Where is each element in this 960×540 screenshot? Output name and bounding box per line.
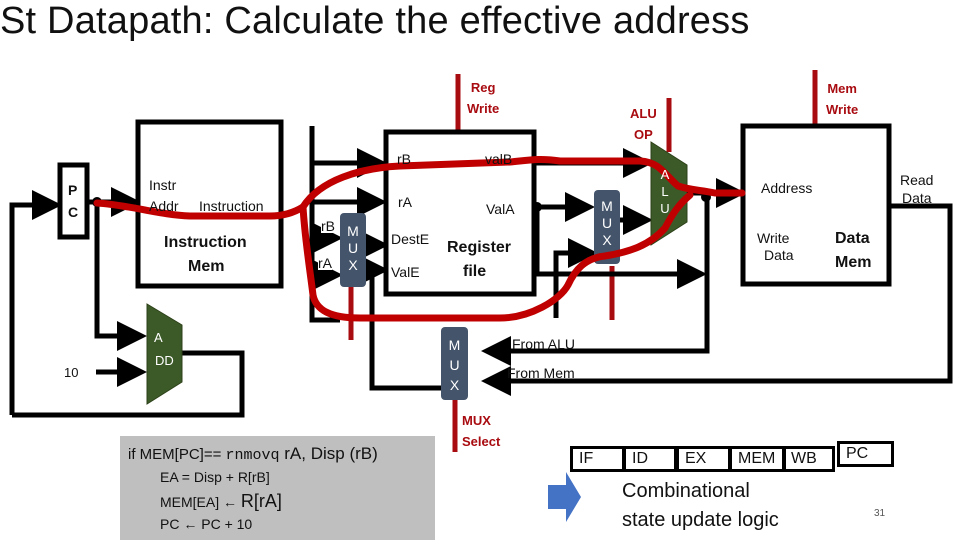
reg-mux-letter-u: U: [347, 240, 359, 256]
instr-mem-name-line2: Mem: [188, 258, 225, 275]
pc-loop-wire: [9, 190, 62, 415]
combinational-logic-caption: Combinational state update logic: [622, 477, 779, 535]
code-line-4: PC ← PC + 10: [160, 516, 253, 532]
alu-letters: A L U: [655, 166, 675, 217]
stage-if: IF: [570, 446, 625, 472]
reg-mux-letter-x: X: [348, 257, 358, 273]
wbmux-to-vale-wire: [369, 318, 441, 391]
right-arrow-icon: [548, 472, 581, 522]
alu-op-label-line1: ALU: [630, 106, 657, 121]
regfile-port-ra: rA: [398, 194, 412, 210]
stage-wb: WB: [782, 446, 835, 472]
regfile-out-valb: valB: [485, 151, 513, 167]
mux-select-label-line2: Select: [462, 434, 501, 449]
reg-mux-in-rb: rB: [321, 218, 335, 234]
stage-mem: MEM: [729, 446, 786, 472]
wb-mux-in-alu: From ALU: [512, 336, 576, 352]
instruction-out-label: Instruction: [199, 198, 264, 214]
dmem-out-read-line1: Read: [900, 172, 934, 188]
reg-mux-in-ra: rA: [318, 255, 332, 271]
mux-select-label-line1: MUX: [462, 413, 491, 428]
rtl-description-box: if MEM[PC]== rnmovq rA, Disp (rB) EA = D…: [120, 436, 435, 540]
regfile-port-vale: ValE: [391, 264, 420, 280]
alu-letter-u: U: [660, 201, 670, 216]
alu-letter-l: L: [661, 184, 669, 199]
instr-addr-label-line2: Addr: [149, 198, 179, 214]
combinational-line-2: state update logic: [622, 509, 779, 531]
regfile-port-rb: rB: [397, 151, 411, 167]
mux-select-label: MUX Select: [462, 410, 500, 452]
wb-mux-letters: M U X: [441, 335, 468, 395]
code-line-1-args: rA, Disp (rB): [279, 444, 378, 463]
reg-mux-letter-m: M: [347, 223, 359, 239]
pc-to-adder-wire: [94, 205, 147, 351]
stage-ex: EX: [676, 446, 731, 472]
dmem-port-write-line2: Data: [764, 247, 794, 263]
code-line-3-prefix: MEM[EA] ←: [160, 494, 241, 510]
pc-register: [57, 162, 90, 240]
dmem-port-address: Address: [761, 180, 813, 196]
alu-op-label-line2: OP: [633, 127, 653, 142]
pc-label-c: C: [68, 204, 79, 220]
page-number: 31: [874, 508, 886, 519]
regfile-out-vala: ValA: [486, 201, 515, 217]
alu-letter-a: A: [660, 167, 670, 182]
reg-write-label-line2: Write: [467, 101, 500, 116]
stage-id: ID: [623, 446, 677, 472]
adder-out-wire: [12, 350, 245, 418]
instr-mem-name-line1: Instruction: [164, 234, 247, 251]
code-line-2: EA = Disp + R[rB]: [160, 469, 270, 485]
wb-mux-letter-m: M: [448, 337, 461, 353]
wb-mux-letter-x: X: [449, 377, 460, 393]
code-line-1: if MEM[PC]== rnmovq rA, Disp (rB): [128, 444, 378, 464]
code-line-1-opcode: rnmovq: [225, 447, 280, 464]
reg-write-label: Reg Write: [467, 77, 499, 119]
mem-write-label-line1: Mem: [827, 81, 857, 96]
mem-write-label-line2: Write: [826, 102, 859, 117]
mem-write-label: Mem Write: [826, 78, 858, 120]
regfile-name-line2: file: [463, 263, 487, 280]
alu-mux-letter-u: U: [601, 215, 613, 231]
dmem-out-read-line2: Data: [902, 190, 932, 206]
wb-mux-letter-u: U: [449, 357, 460, 373]
adder-label-line2: DD: [155, 353, 174, 368]
vale-wire: [359, 255, 389, 318]
stage-pc: PC: [837, 441, 894, 467]
code-line-1-prefix: if MEM[PC]==: [128, 446, 226, 463]
dmem-port-write-line1: Write: [757, 230, 790, 246]
code-line-3: MEM[EA] ← R[rA]: [160, 491, 282, 512]
dmem-name-line2: Mem: [835, 254, 872, 271]
alu-mux-letter-m: M: [601, 198, 613, 214]
instr-addr-label-line1: Instr: [149, 177, 177, 193]
code-line-3-suffix: R[rA]: [240, 491, 282, 511]
alu-op-label: ALU OP: [630, 103, 657, 145]
regfile-name-line1: Register: [447, 239, 512, 256]
wb-mux-in-mem: From Mem: [507, 365, 575, 381]
reg-mux-letters: M U X: [340, 223, 366, 274]
regfile-port-deste: DestE: [391, 231, 430, 247]
adder-constant: 10: [64, 365, 79, 380]
combinational-line-1: Combinational: [622, 480, 750, 502]
pc-label-p: P: [68, 182, 78, 198]
reg-write-label-line1: Reg: [470, 80, 496, 95]
dmem-name-line1: Data: [835, 230, 870, 247]
alu-mux-letter-x: X: [602, 232, 612, 248]
alu-mux-letters: M U X: [594, 198, 620, 249]
adder-label-line1: A: [154, 330, 163, 345]
